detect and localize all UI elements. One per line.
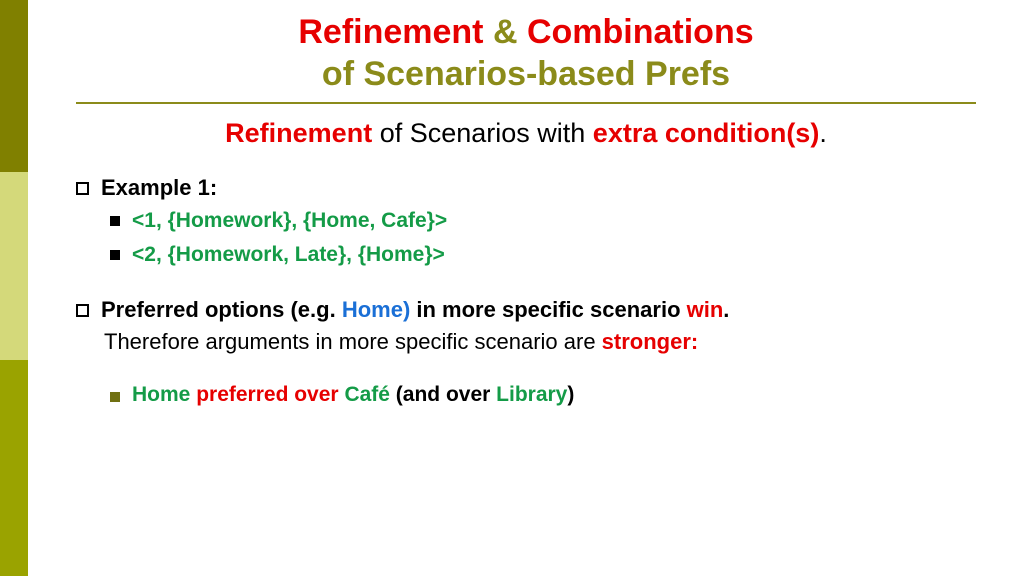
- result-close: ): [567, 383, 574, 406]
- title-word-refinement: Refinement: [298, 13, 483, 51]
- title-ampersand: &: [493, 13, 518, 51]
- title-divider: [76, 102, 976, 104]
- tuple-2-row: <2, {Homework, Late}, {Home}>: [76, 241, 976, 269]
- hollow-square-bullet-icon: [76, 182, 89, 195]
- result-library: Library: [496, 383, 567, 406]
- tuple-1-row: <1, {Homework}, {Home, Cafe}>: [76, 207, 976, 235]
- preferred-options-text: Preferred options (e.g. Home) in more sp…: [101, 297, 729, 323]
- filled-square-bullet-icon: [110, 216, 120, 226]
- result-andover: (and over: [390, 383, 496, 406]
- result-row: Home preferred over Café (and over Libra…: [76, 383, 976, 407]
- filled-square-bullet-icon: [110, 250, 120, 260]
- therefore-p1: Therefore arguments in more specific sce…: [104, 329, 602, 354]
- preferred-options-row: Preferred options (e.g. Home) in more sp…: [76, 297, 976, 323]
- preferred-p3: .: [723, 297, 729, 322]
- tuple-1-text: <1, {Homework}, {Home, Cafe}>: [132, 207, 447, 235]
- subheading-refinement: Refinement: [225, 118, 372, 148]
- preferred-p2: in more specific scenario: [410, 297, 686, 322]
- left-color-band: [0, 0, 28, 576]
- subheading-middle: of Scenarios with: [372, 118, 593, 148]
- therefore-row: Therefore arguments in more specific sce…: [76, 329, 976, 355]
- therefore-stronger: stronger:: [602, 329, 699, 354]
- result-text: Home preferred over Café (and over Libra…: [132, 383, 574, 407]
- result-cafe: Café: [344, 383, 390, 406]
- slide-title-line2: of Scenarios-based Prefs: [76, 55, 976, 94]
- example-1-heading: Example 1:: [76, 175, 976, 201]
- slide-title-line1: Refinement & Combinations: [76, 12, 976, 53]
- preferred-p1: Preferred options (e.g.: [101, 297, 342, 322]
- tuple-2-text: <2, {Homework, Late}, {Home}>: [132, 241, 445, 269]
- preferred-win: win: [687, 297, 724, 322]
- filled-square-bullet-icon: [110, 392, 120, 402]
- example-1-label: Example 1:: [101, 175, 217, 201]
- slide-content: Refinement & Combinations of Scenarios-b…: [28, 0, 1024, 576]
- preferred-home: Home): [342, 297, 410, 322]
- subheading: Refinement of Scenarios with extra condi…: [76, 118, 976, 149]
- subheading-period: .: [819, 118, 827, 148]
- title-word-combinations: Combinations: [527, 13, 754, 51]
- result-preferred-over: preferred over: [190, 383, 344, 406]
- therefore-text: Therefore arguments in more specific sce…: [104, 329, 698, 355]
- hollow-square-bullet-icon: [76, 304, 89, 317]
- subheading-extra: extra condition(s): [593, 118, 820, 148]
- result-home: Home: [132, 383, 190, 406]
